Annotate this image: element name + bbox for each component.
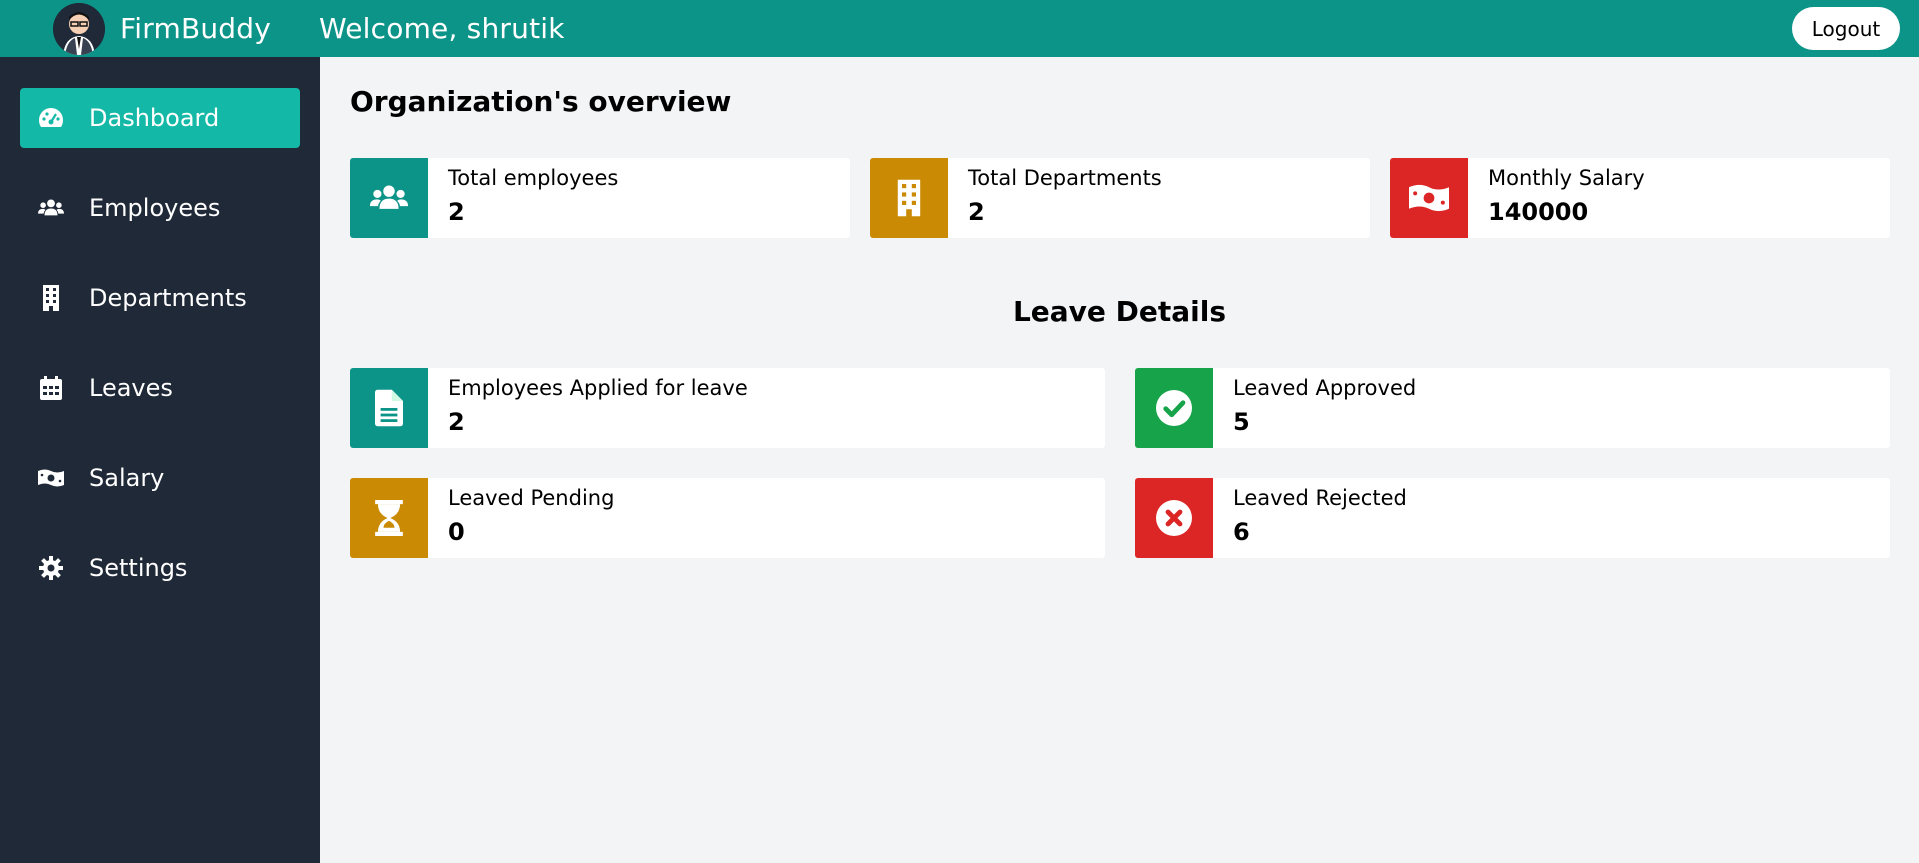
stat-label: Employees Applied for leave — [448, 376, 748, 400]
logo-avatar — [53, 2, 105, 55]
stat-label: Leaved Pending — [448, 486, 615, 510]
check-circle-icon — [1135, 368, 1213, 448]
brand[interactable]: FirmBuddy — [0, 0, 319, 57]
sidebar-item-employees[interactable]: Employees — [20, 178, 300, 238]
stat-value: 6 — [1233, 518, 1250, 546]
times-circle-icon — [1135, 478, 1213, 558]
sidebar-item-departments[interactable]: Departments — [20, 268, 300, 328]
top-bar: FirmBuddy Welcome, shrutik Logout — [0, 0, 1919, 57]
stat-value: 2 — [448, 198, 465, 226]
sidebar-item-label: Employees — [89, 194, 221, 222]
sidebar-item-salary[interactable]: Salary — [20, 448, 300, 508]
stat-card-total-departments: Total Departments 2 — [870, 158, 1370, 238]
section-title-leave-details: Leave Details — [1012, 295, 1227, 328]
building-icon — [870, 158, 948, 238]
sidebar-item-label: Departments — [89, 284, 247, 312]
calendar-icon — [38, 375, 64, 401]
sidebar-item-label: Dashboard — [89, 104, 220, 132]
sidebar-item-dashboard[interactable]: Dashboard — [20, 88, 300, 148]
sidebar-item-leaves[interactable]: Leaves — [20, 358, 300, 418]
stat-card-total-employees: Total employees 2 — [350, 158, 850, 238]
stat-label: Total employees — [448, 166, 619, 190]
money-bill-icon — [38, 465, 64, 491]
stat-value: 2 — [968, 198, 985, 226]
sidebar: Dashboard Employees Departments Leaves S… — [0, 57, 320, 863]
sidebar-item-label: Salary — [89, 464, 165, 492]
stat-value: 5 — [1233, 408, 1250, 436]
stat-card-leave-applied: Employees Applied for leave 2 — [350, 368, 1105, 448]
users-icon — [350, 158, 428, 238]
stat-label: Leaved Rejected — [1233, 486, 1407, 510]
building-icon — [38, 285, 64, 311]
sidebar-item-label: Settings — [89, 554, 188, 582]
money-bill-icon — [1390, 158, 1468, 238]
stat-label: Total Departments — [968, 166, 1162, 190]
hourglass-icon — [350, 478, 428, 558]
stat-card-leave-rejected: Leaved Rejected 6 — [1135, 478, 1890, 558]
stat-value: 2 — [448, 408, 465, 436]
stat-value: 140000 — [1488, 198, 1589, 226]
stat-card-leave-approved: Leaved Approved 5 — [1135, 368, 1890, 448]
stat-value: 0 — [448, 518, 465, 546]
stat-label: Leaved Approved — [1233, 376, 1417, 400]
gauge-icon — [38, 105, 64, 131]
stat-card-leave-pending: Leaved Pending 0 — [350, 478, 1105, 558]
page-title: Organization's overview — [350, 85, 732, 118]
sidebar-item-settings[interactable]: Settings — [20, 538, 300, 598]
main-content: Organization's overview Total employees … — [320, 57, 1919, 863]
logout-button[interactable]: Logout — [1792, 7, 1900, 50]
sidebar-item-label: Leaves — [89, 374, 173, 402]
file-icon — [350, 368, 428, 448]
welcome-message: Welcome, shrutik — [319, 12, 565, 45]
users-icon — [38, 195, 64, 221]
stat-card-monthly-salary: Monthly Salary 140000 — [1390, 158, 1890, 238]
gear-icon — [38, 555, 64, 581]
brand-name: FirmBuddy — [120, 12, 272, 45]
stat-label: Monthly Salary — [1488, 166, 1645, 190]
